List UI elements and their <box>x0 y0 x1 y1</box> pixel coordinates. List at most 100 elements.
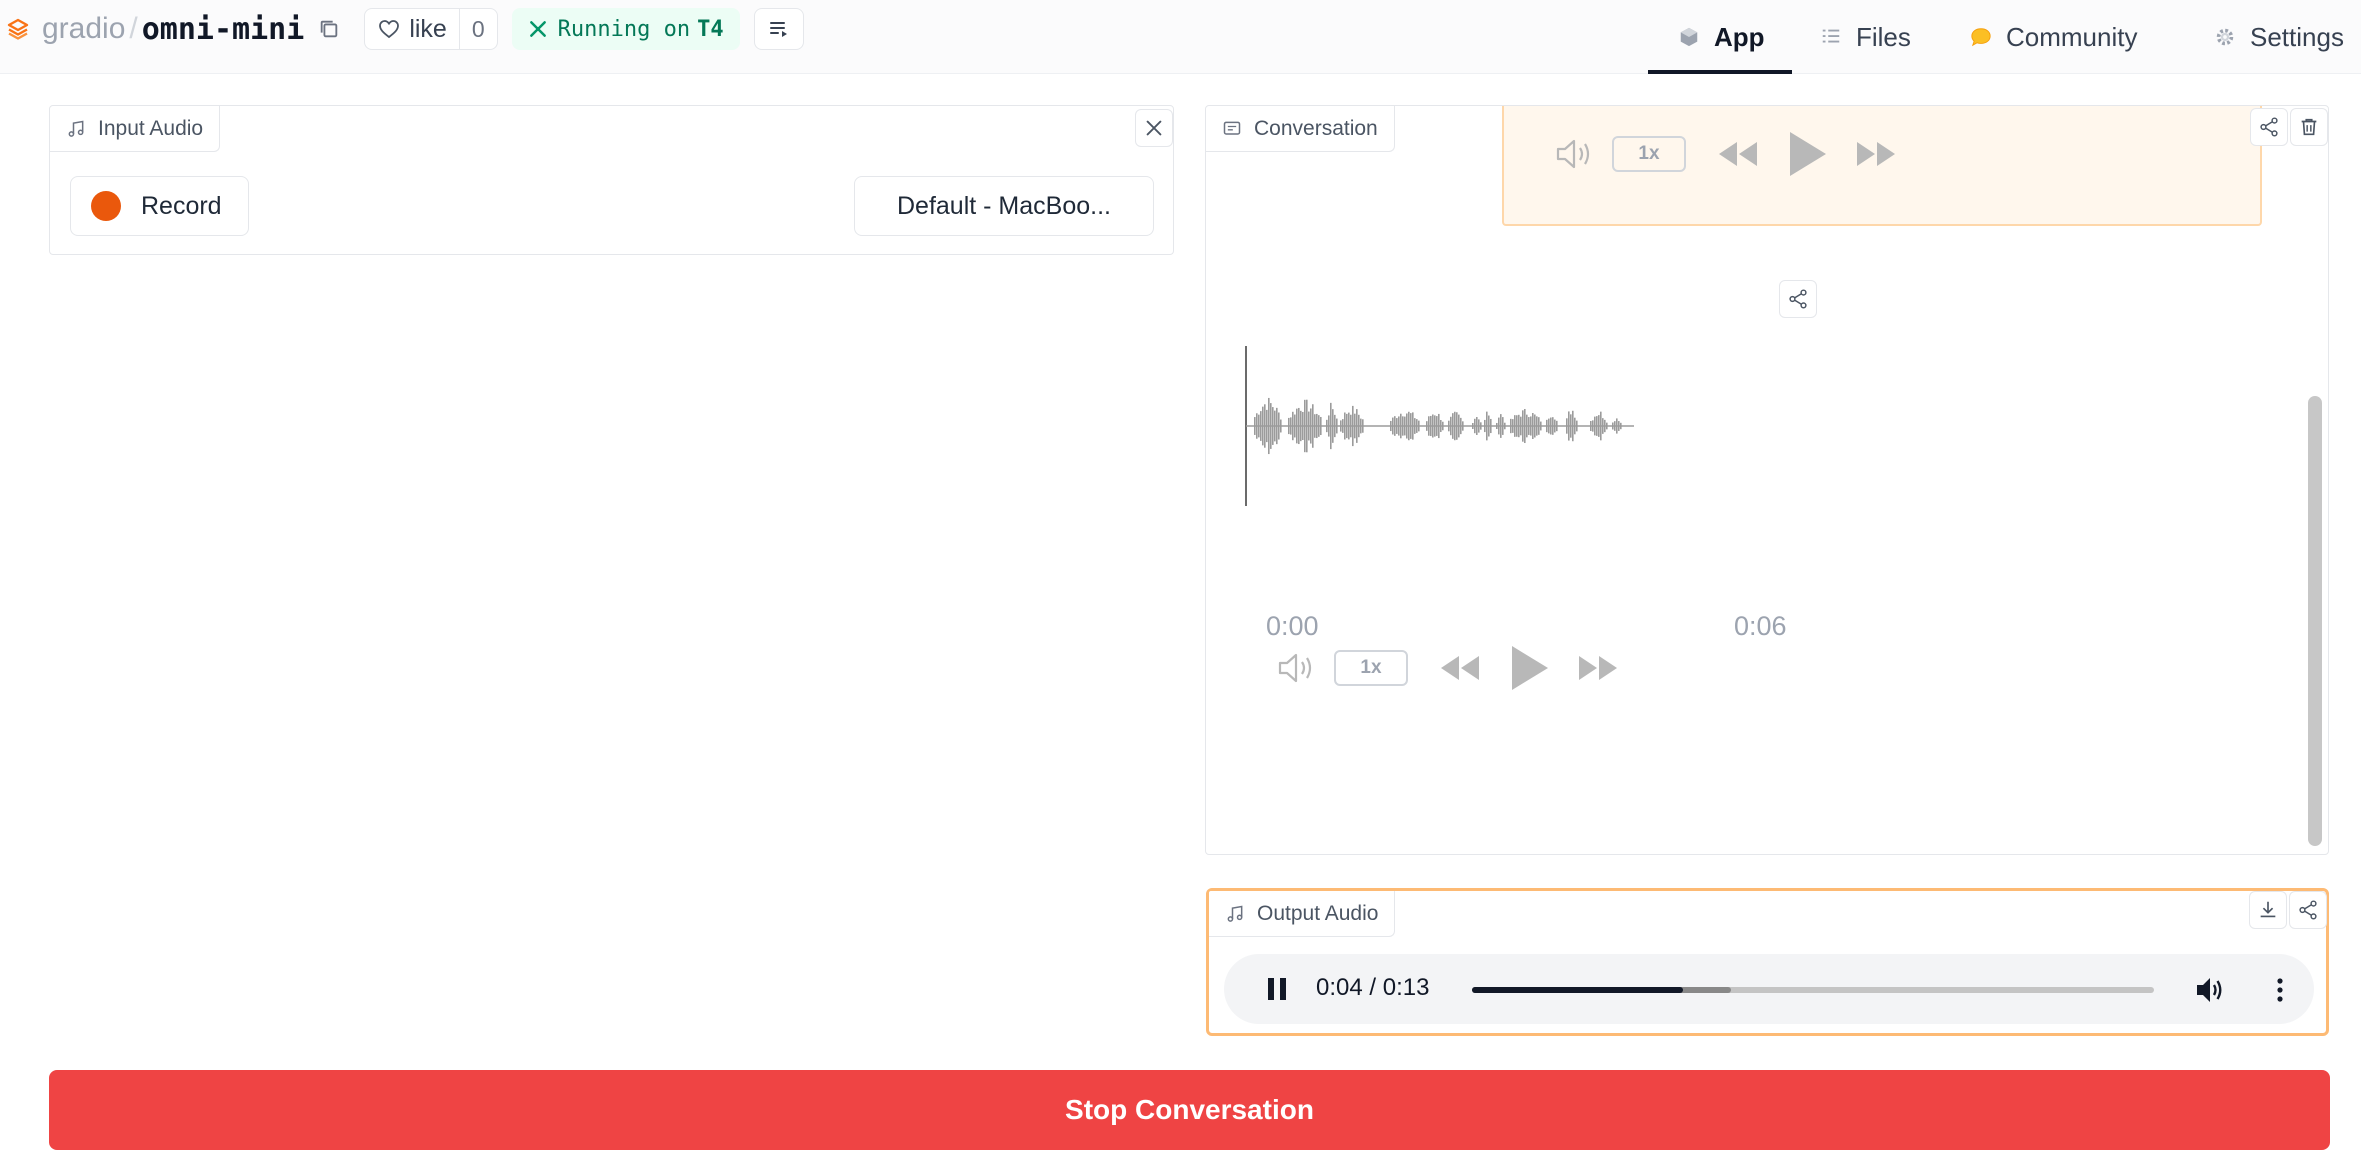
waveform-bar <box>1488 415 1490 437</box>
waveform-bar <box>1362 419 1364 433</box>
waveform-bar <box>1538 417 1540 435</box>
waveform-bar <box>1430 415 1432 437</box>
waveform-bar <box>1484 419 1486 433</box>
pause-icon[interactable] <box>1264 976 1290 1002</box>
rewind-icon[interactable] <box>1438 653 1482 683</box>
waveform-bar <box>1264 404 1266 448</box>
list-icon <box>769 22 787 37</box>
tab-community-label: Community <box>2006 21 2138 52</box>
rewind-icon[interactable] <box>1716 139 1760 169</box>
waveform-bar <box>1616 418 1618 434</box>
conversation-label-tag: Conversation <box>1206 106 1395 152</box>
gradio-logo-icon <box>7 18 29 40</box>
playback-progress-slider[interactable] <box>1472 987 2154 993</box>
waveform-bar <box>1472 423 1474 429</box>
waveform-bar <box>1498 417 1500 435</box>
conversation-panel[interactable]: Conversation 1x 0:00 0:06 1x <box>1205 105 2329 855</box>
waveform-bar <box>1434 415 1436 437</box>
conversation-scrollbar-thumb[interactable] <box>2308 396 2322 846</box>
tab-files-label: Files <box>1856 21 1911 52</box>
stop-conversation-button[interactable]: Stop Conversation <box>49 1070 2330 1150</box>
audio-message-share-button[interactable] <box>1779 280 1817 318</box>
waveform-bar <box>1414 418 1416 434</box>
waveform-bar <box>1490 418 1492 434</box>
play-icon[interactable] <box>1508 644 1550 692</box>
waveform-bar <box>1390 420 1392 432</box>
logs-button[interactable] <box>753 8 804 50</box>
waveform-bar <box>1512 419 1514 433</box>
volume-icon[interactable] <box>1276 651 1316 685</box>
fast-forward-icon[interactable] <box>1854 139 1898 169</box>
tab-files[interactable]: Files <box>1820 0 1911 74</box>
waveform-bar <box>1602 418 1604 434</box>
audio-waveform[interactable] <box>1240 346 1770 506</box>
waveform-bar <box>1312 404 1314 448</box>
like-button-main[interactable]: like <box>365 9 459 49</box>
tab-app-label: App <box>1714 21 1765 52</box>
community-icon <box>1971 28 1991 47</box>
playback-speed-button[interactable]: 1x <box>1612 136 1686 172</box>
heart-icon <box>379 20 400 39</box>
fast-forward-icon[interactable] <box>1576 653 1620 683</box>
waveform-bar <box>1504 422 1506 430</box>
waveform-bar <box>1612 422 1614 430</box>
download-button[interactable] <box>2249 891 2287 929</box>
copy-icon[interactable] <box>318 18 340 40</box>
waveform-bar <box>1356 409 1358 443</box>
waveform-bar <box>1598 415 1600 437</box>
waveform-bar <box>1500 414 1502 438</box>
waveform-bar <box>1524 408 1526 444</box>
waveform-time-end: 0:06 <box>1734 611 1787 641</box>
waveform-bar <box>1460 417 1462 435</box>
waveform-bar <box>1480 422 1482 430</box>
record-label: Record <box>141 191 222 220</box>
record-button[interactable]: Record <box>70 176 249 236</box>
volume-icon[interactable] <box>2194 974 2226 1006</box>
waveform-bar <box>1306 399 1308 453</box>
more-options-icon[interactable] <box>2264 974 2296 1006</box>
message-audio-controls: 1x <box>1554 130 1898 178</box>
waveform-bar <box>1352 405 1354 447</box>
waveform-bar <box>1456 412 1458 440</box>
space-repo-link[interactable]: omni-mini <box>142 12 305 47</box>
tab-app[interactable]: App <box>1678 0 1765 74</box>
tab-community[interactable]: Community <box>1970 0 2137 74</box>
waveform-bar <box>1256 413 1258 439</box>
conversation-clear-button[interactable] <box>2290 108 2328 146</box>
waveform-bar <box>1530 416 1532 436</box>
status-hardware: T4 <box>697 16 724 42</box>
waveform-bar <box>1514 415 1516 437</box>
microphone-device-select[interactable]: Default - MacBoo... <box>854 176 1154 236</box>
waveform-bar <box>1402 416 1404 436</box>
waveform-bar <box>1548 418 1550 434</box>
waveform-bar <box>1404 416 1406 436</box>
playback-speed-button[interactable]: 1x <box>1334 650 1408 686</box>
waveform-bar <box>1478 419 1480 433</box>
waveform-bar <box>1510 418 1512 434</box>
waveform-bar <box>1354 413 1356 439</box>
waveform-bar <box>1462 421 1464 431</box>
space-owner-link[interactable]: gradio <box>42 12 125 46</box>
waveform-bar <box>1554 419 1556 433</box>
waveform-bar <box>1570 414 1572 438</box>
running-status-badge[interactable]: Running on T4 <box>511 8 740 50</box>
conversation-share-button[interactable] <box>2250 108 2288 146</box>
waveform-bar <box>1440 420 1442 432</box>
trash-icon <box>2301 118 2317 136</box>
waveform-bar <box>1556 420 1558 432</box>
tab-settings[interactable]: Settings <box>2214 0 2344 74</box>
play-icon[interactable] <box>1786 130 1828 178</box>
clear-input-button[interactable] <box>1135 109 1173 147</box>
waveform-bar <box>1296 408 1298 444</box>
output-audio-panel: Output Audio 0:04 / 0:13 <box>1206 888 2329 1036</box>
waveform-bar <box>1332 409 1334 443</box>
volume-icon[interactable] <box>1554 137 1594 171</box>
waveform-bar <box>1406 413 1408 439</box>
waveform-bar <box>1452 413 1454 439</box>
waveform-bar <box>1600 411 1602 441</box>
like-button[interactable]: like 0 <box>364 8 498 50</box>
chat-icon <box>1223 121 1241 135</box>
waveform-bar <box>1532 413 1534 439</box>
waveform-bar <box>1288 417 1290 435</box>
output-share-button[interactable] <box>2289 891 2327 929</box>
